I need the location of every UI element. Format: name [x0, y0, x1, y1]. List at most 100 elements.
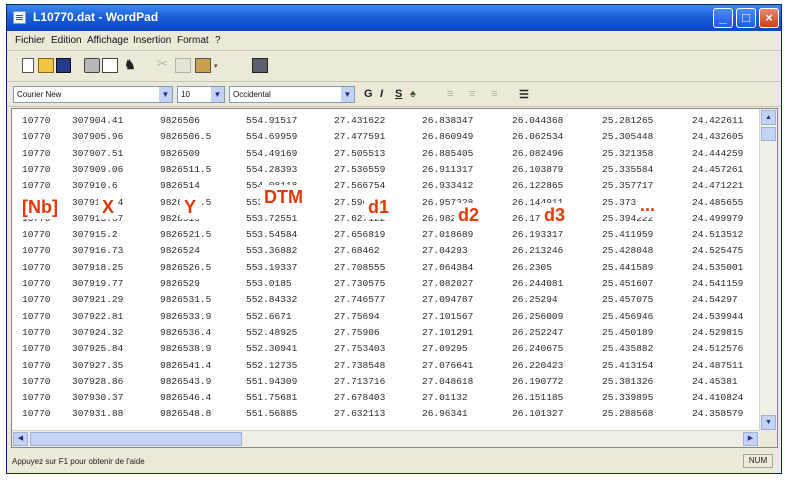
cell-d5: 24.541159	[692, 278, 744, 289]
font-name-combo[interactable]: Courier New ▼	[13, 86, 173, 103]
save-disk-icon[interactable]	[56, 58, 71, 73]
paste-icon[interactable]	[195, 58, 211, 73]
menu-fichier[interactable]: Fichier	[15, 35, 45, 46]
cell-x: 307919.77	[72, 278, 124, 289]
wordpad-app-icon[interactable]	[13, 11, 26, 24]
new-document-icon[interactable]	[22, 58, 34, 73]
cell-y: 9826548.8	[160, 408, 212, 420]
chevron-down-icon[interactable]: ▼	[211, 87, 224, 102]
cell-d4: 25.339895	[602, 392, 654, 404]
cell-dtm: 554.91517	[246, 115, 298, 126]
cell-d1: 27.656819	[334, 229, 386, 241]
horizontal-scroll-thumb[interactable]	[30, 432, 242, 446]
scroll-right-icon[interactable]: ▶	[743, 432, 758, 446]
cell-nb: 10770	[22, 408, 51, 420]
cell-d1: 27.738548	[334, 359, 386, 371]
print-icon[interactable]	[84, 58, 100, 73]
close-button[interactable]: ×	[759, 8, 779, 28]
chevron-down-icon[interactable]: ▼	[159, 87, 172, 102]
cell-d2: 26.838347	[422, 115, 474, 126]
cell-dtm: 552.12735	[246, 359, 298, 371]
table-row: 10770 307907.51 9826509 554.49169 27.505513 2…	[12, 148, 759, 160]
cell-dtm: 553.19337	[246, 261, 298, 273]
color-palette-icon[interactable]: ♠	[410, 88, 416, 100]
cell-dtm: 551.75681	[246, 392, 298, 404]
open-folder-icon[interactable]	[38, 58, 54, 73]
cell-d3: 26.256009	[512, 310, 564, 322]
cell-y: 9826524	[160, 245, 200, 257]
document-content[interactable]: 10770 307904.41 9826506 554.91517 27.431622 2…	[12, 109, 759, 431]
cell-nb: 10770	[22, 229, 51, 241]
menu-help[interactable]: ?	[215, 35, 221, 46]
menu-format[interactable]: Format	[177, 35, 209, 46]
cell-d5: 24.54297	[692, 294, 738, 306]
document-area[interactable]: 10770 307904.41 9826506 554.91517 27.431622 2…	[11, 108, 778, 448]
cell-x: 307927.35	[72, 359, 124, 371]
cell-d2: 27.094787	[422, 294, 474, 306]
cell-d4: 25.411959	[602, 229, 654, 241]
minimize-button[interactable]: _	[713, 8, 733, 28]
align-center-icon[interactable]: ≡	[469, 88, 475, 100]
cut-scissors-icon[interactable]: ✂	[157, 56, 173, 71]
cell-d4: 25.457075	[602, 294, 654, 306]
cell-y: 9826541.4	[160, 359, 212, 371]
cell-d2: 27.064384	[422, 261, 474, 273]
bold-button[interactable]: G	[364, 88, 373, 100]
cell-x: 307915.2	[72, 229, 118, 241]
copy-icon[interactable]	[175, 58, 191, 73]
cell-x: 307904.41	[72, 115, 124, 126]
cell-d1: 27.75906	[334, 326, 380, 338]
cell-d4: 25.441589	[602, 261, 654, 273]
bullets-icon[interactable]: ☰	[519, 88, 529, 101]
cell-d2: 26.933412	[422, 180, 474, 192]
vertical-scrollbar[interactable]: ▲ ▼	[759, 109, 777, 431]
menu-bar: Fichier Edition Affichage Insertion Form…	[7, 32, 781, 51]
cell-d3: 26.2305	[512, 261, 552, 273]
scrollbar-corner	[759, 430, 777, 447]
horizontal-scrollbar[interactable]: ◀ ▶	[12, 430, 759, 447]
cell-x: 307930.37	[72, 392, 124, 404]
paste-dropdown-icon[interactable]: ▾	[214, 62, 222, 77]
font-size-combo[interactable]: 10 ▼	[177, 86, 225, 103]
insert-datetime-icon[interactable]	[252, 58, 268, 73]
find-binoculars-icon[interactable]: ♞	[124, 57, 142, 72]
vertical-scroll-thumb[interactable]	[761, 127, 776, 141]
cell-dtm: 554.28393	[246, 163, 298, 175]
cell-x: 307909.06	[72, 163, 124, 175]
cell-y: 9826526.5	[160, 261, 212, 273]
cell-d5: 24.358579	[692, 408, 744, 420]
label-d3: d3	[540, 203, 570, 227]
cell-nb: 10770	[22, 294, 51, 306]
cell-d2: 27.04293	[422, 245, 468, 257]
table-row: 10770 307909.06 9826511.5 554.28393 27.53655…	[12, 164, 759, 176]
label-dtm: DTM	[260, 185, 307, 209]
scroll-left-icon[interactable]: ◀	[13, 432, 28, 446]
cell-d1: 27.536559	[334, 163, 386, 175]
cell-d1: 27.708555	[334, 261, 386, 273]
menu-edition[interactable]: Edition	[51, 35, 82, 46]
table-row: 10770 307931.88 9826548.8 551.56885 27.63211…	[12, 408, 759, 420]
cell-x: 307916.73	[72, 245, 124, 257]
cell-nb: 10770	[22, 326, 51, 338]
cell-y: 9826529	[160, 278, 200, 289]
cell-d5: 24.487511	[692, 359, 744, 371]
italic-button[interactable]: I	[380, 88, 383, 100]
menu-insertion[interactable]: Insertion	[133, 35, 171, 46]
cell-d3: 26.220423	[512, 359, 564, 371]
chevron-down-icon[interactable]: ▼	[341, 87, 354, 102]
cell-y: 9826514	[160, 180, 200, 192]
underline-button[interactable]: S	[395, 88, 402, 100]
menu-affichage[interactable]: Affichage	[87, 35, 129, 46]
maximize-button[interactable]: □	[736, 8, 756, 28]
align-right-icon[interactable]: ≡	[491, 88, 497, 100]
title-bar[interactable]: L10770.dat - WordPad _ □ ×	[7, 5, 781, 31]
scroll-up-icon[interactable]: ▲	[761, 110, 776, 125]
table-row: 10770 307916.73 9826524 553.36882 27.68462 27…	[12, 245, 759, 257]
cell-y: 9826538.9	[160, 343, 212, 355]
print-preview-icon[interactable]	[102, 58, 118, 73]
align-left-icon[interactable]: ≡	[447, 88, 453, 100]
scroll-down-icon[interactable]: ▼	[761, 415, 776, 430]
cell-d5: 24.499979	[692, 212, 744, 224]
cell-x: 307922.81	[72, 310, 124, 322]
script-combo[interactable]: Occidental ▼	[229, 86, 355, 103]
